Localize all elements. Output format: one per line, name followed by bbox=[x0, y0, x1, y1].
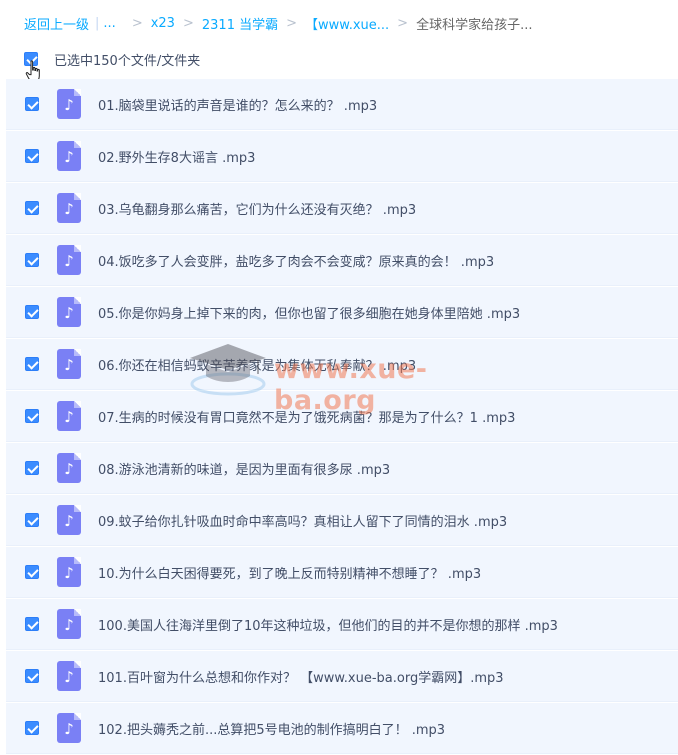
file-list: ♪ 01.脑袋里说话的声音是谁的？怎么来的？ .mp3 ♪ 02.野外生存8大谣… bbox=[6, 79, 678, 755]
breadcrumb-divider: | bbox=[95, 15, 100, 31]
breadcrumb: 返回上一级 | ... > x23 > 2311 当学霸 > 【www.xue.… bbox=[24, 13, 532, 33]
file-checkbox[interactable] bbox=[25, 565, 39, 579]
breadcrumb-item[interactable]: 【www.xue... bbox=[305, 14, 389, 33]
file-row[interactable]: ♪ 03.乌龟翻身那么痛苦，它们为什么还没有灭绝？ .mp3 bbox=[6, 183, 678, 234]
file-checkbox[interactable] bbox=[25, 409, 39, 423]
file-row[interactable]: ♪ 100.美国人往海洋里倒了10年这种垃圾，但他们的目的并不是你想的那样 .m… bbox=[6, 599, 678, 650]
file-checkbox[interactable] bbox=[25, 305, 39, 319]
breadcrumb-item[interactable]: 2311 当学霸 bbox=[202, 14, 278, 33]
file-row[interactable]: ♪ 01.脑袋里说话的声音是谁的？怎么来的？ .mp3 bbox=[6, 79, 678, 130]
file-name[interactable]: 01.脑袋里说话的声音是谁的？怎么来的？ .mp3 bbox=[98, 95, 377, 114]
file-checkbox[interactable] bbox=[25, 97, 39, 111]
file-row[interactable]: ♪ 08.游泳池清新的味道，是因为里面有很多尿 .mp3 bbox=[6, 443, 678, 494]
breadcrumb-item[interactable]: x23 bbox=[151, 16, 175, 31]
music-file-icon: ♪ bbox=[57, 245, 81, 275]
file-name[interactable]: 10.为什么白天困得要死，到了晚上反而特别精神不想睡了？ .mp3 bbox=[98, 563, 481, 582]
file-checkbox[interactable] bbox=[25, 461, 39, 475]
file-name[interactable]: 04.饭吃多了人会变胖，盐吃多了肉会不会变咸？原来真的会！ .mp3 bbox=[98, 251, 494, 270]
chevron-right-icon: > bbox=[397, 15, 409, 31]
file-name[interactable]: 07.生病的时候没有胃口竟然不是为了饿死病菌？那是为了什么？1 .mp3 bbox=[98, 407, 515, 426]
file-row[interactable]: ♪ 06.你还在相信蚂蚁辛苦养家是为集体无私奉献？ .mp3 bbox=[6, 339, 678, 390]
music-file-icon: ♪ bbox=[57, 557, 81, 587]
file-row[interactable]: ♪ 10.为什么白天困得要死，到了晚上反而特别精神不想睡了？ .mp3 bbox=[6, 547, 678, 598]
breadcrumb-current: 全球科学家给孩子... bbox=[416, 17, 533, 33]
file-row[interactable]: ♪ 09.蚊子给你扎针吸血时命中率高吗？真相让人留下了同情的泪水 .mp3 bbox=[6, 495, 678, 546]
file-checkbox[interactable] bbox=[25, 617, 39, 631]
chevron-right-icon: > bbox=[131, 15, 143, 31]
music-file-icon: ♪ bbox=[57, 193, 81, 223]
music-file-icon: ♪ bbox=[57, 349, 81, 379]
music-file-icon: ♪ bbox=[57, 609, 81, 639]
music-file-icon: ♪ bbox=[57, 89, 81, 119]
music-file-icon: ♪ bbox=[57, 661, 81, 691]
file-name[interactable]: 09.蚊子给你扎针吸血时命中率高吗？真相让人留下了同情的泪水 .mp3 bbox=[98, 511, 507, 530]
file-row[interactable]: ♪ 04.饭吃多了人会变胖，盐吃多了肉会不会变咸？原来真的会！ .mp3 bbox=[6, 235, 678, 286]
file-row[interactable]: ♪ 102.把头薅秃之前...总算把5号电池的制作搞明白了！ .mp3 bbox=[6, 703, 678, 754]
back-link[interactable]: 返回上一级 bbox=[24, 14, 89, 33]
music-file-icon: ♪ bbox=[57, 141, 81, 171]
music-file-icon: ♪ bbox=[57, 713, 81, 743]
file-name[interactable]: 03.乌龟翻身那么痛苦，它们为什么还没有灭绝？ .mp3 bbox=[98, 199, 416, 218]
file-row[interactable]: ♪ 05.你是你妈身上掉下来的肉，但你也留了很多细胞在她身体里陪她 .mp3 bbox=[6, 287, 678, 338]
file-name[interactable]: 05.你是你妈身上掉下来的肉，但你也留了很多细胞在她身体里陪她 .mp3 bbox=[98, 303, 520, 322]
music-file-icon: ♪ bbox=[57, 297, 81, 327]
selection-count-label: 已选中150个文件/文件夹 bbox=[54, 53, 201, 69]
chevron-right-icon: > bbox=[182, 15, 194, 31]
file-checkbox[interactable] bbox=[25, 149, 39, 163]
file-checkbox[interactable] bbox=[25, 513, 39, 527]
file-name[interactable]: 101.百叶窗为什么总想和你作对？ 【www.xue-ba.org学霸网】.mp… bbox=[98, 667, 504, 686]
breadcrumb-ellipsis[interactable]: ... bbox=[103, 16, 115, 31]
file-row[interactable]: ♪ 02.野外生存8大谣言 .mp3 bbox=[6, 131, 678, 182]
file-name[interactable]: 06.你还在相信蚂蚁辛苦养家是为集体无私奉献？ .mp3 bbox=[98, 355, 416, 374]
file-row[interactable]: ♪ 07.生病的时候没有胃口竟然不是为了饿死病菌？那是为了什么？1 .mp3 bbox=[6, 391, 678, 442]
file-checkbox[interactable] bbox=[25, 357, 39, 371]
file-checkbox[interactable] bbox=[25, 201, 39, 215]
file-checkbox[interactable] bbox=[25, 669, 39, 683]
music-file-icon: ♪ bbox=[57, 453, 81, 483]
file-name[interactable]: 08.游泳池清新的味道，是因为里面有很多尿 .mp3 bbox=[98, 459, 390, 478]
chevron-right-icon: > bbox=[286, 15, 297, 31]
music-file-icon: ♪ bbox=[57, 505, 81, 535]
select-all-row: 已选中150个文件/文件夹 bbox=[24, 48, 200, 70]
file-name[interactable]: 100.美国人往海洋里倒了10年这种垃圾，但他们的目的并不是你想的那样 .mp3 bbox=[98, 615, 558, 634]
file-checkbox[interactable] bbox=[25, 721, 39, 735]
file-name[interactable]: 02.野外生存8大谣言 .mp3 bbox=[98, 147, 255, 166]
file-checkbox[interactable] bbox=[25, 253, 39, 267]
music-file-icon: ♪ bbox=[57, 401, 81, 431]
file-name[interactable]: 102.把头薅秃之前...总算把5号电池的制作搞明白了！ .mp3 bbox=[98, 719, 445, 738]
file-row[interactable]: ♪ 101.百叶窗为什么总想和你作对？ 【www.xue-ba.org学霸网】.… bbox=[6, 651, 678, 702]
